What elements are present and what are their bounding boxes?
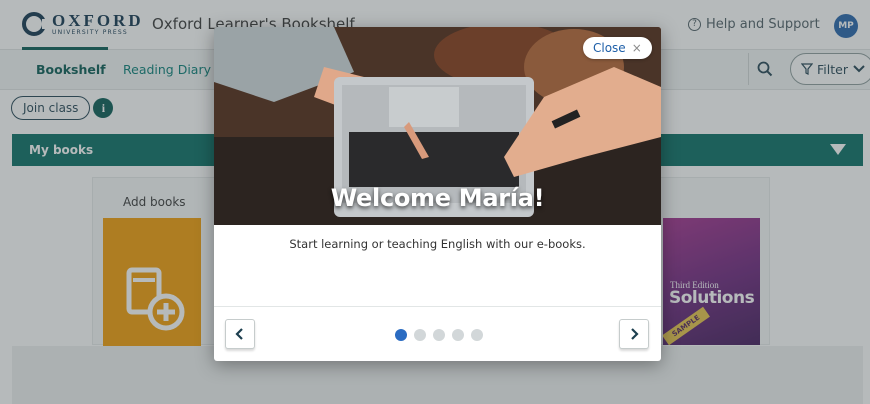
slide-dot[interactable] bbox=[433, 329, 445, 341]
slide-dot[interactable] bbox=[471, 329, 483, 341]
previous-slide-button[interactable] bbox=[225, 319, 255, 349]
close-icon: × bbox=[631, 41, 642, 55]
slide-dot[interactable] bbox=[414, 329, 426, 341]
chevron-right-icon bbox=[631, 328, 639, 340]
next-slide-button[interactable] bbox=[619, 319, 649, 349]
welcome-body-text: Start learning or teaching English with … bbox=[289, 237, 586, 251]
close-label: Close bbox=[593, 41, 626, 55]
welcome-heading: Welcome María! bbox=[330, 184, 545, 212]
hero-image: Welcome María! Close × bbox=[214, 27, 661, 225]
slide-dot[interactable] bbox=[452, 329, 464, 341]
slide-dot[interactable] bbox=[395, 329, 407, 341]
welcome-modal: Welcome María! Close × Start learning or… bbox=[214, 27, 661, 361]
close-button[interactable]: Close × bbox=[583, 37, 652, 59]
modal-footer bbox=[214, 306, 661, 361]
chevron-left-icon bbox=[235, 328, 243, 340]
slide-indicator bbox=[395, 329, 483, 341]
